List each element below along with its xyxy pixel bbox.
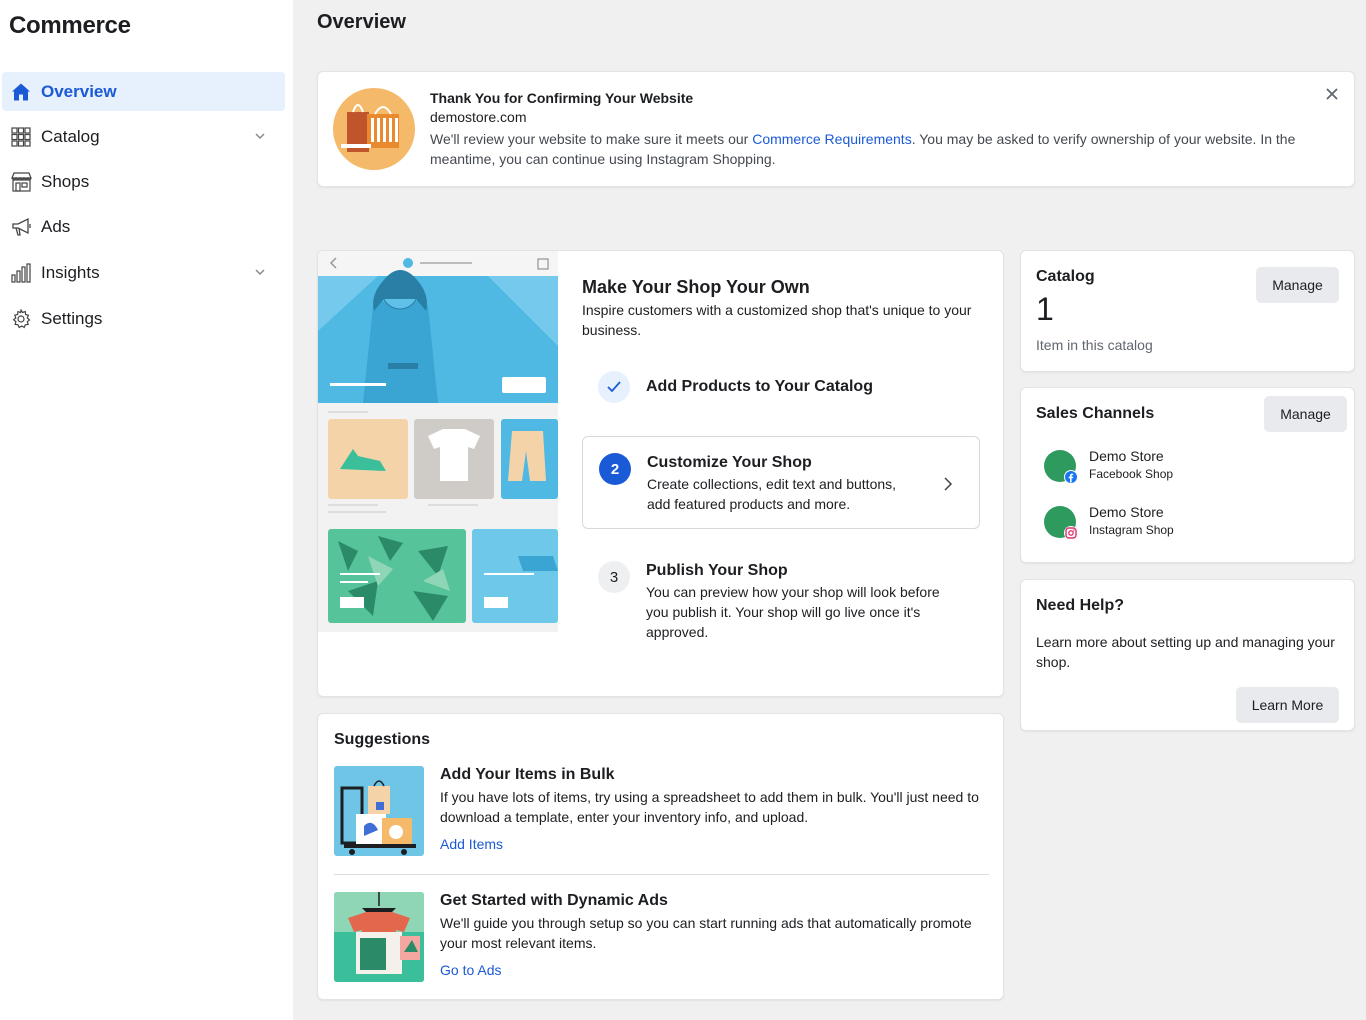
- avatar: [1044, 506, 1078, 540]
- add-items-link[interactable]: Add Items: [440, 836, 503, 852]
- instagram-icon: [1064, 526, 1078, 540]
- channel-name: Demo Store: [1089, 504, 1164, 520]
- chevron-down-icon[interactable]: [253, 265, 267, 279]
- sidebar-item-settings[interactable]: Settings: [2, 299, 285, 338]
- suggestion-title: Add Your Items in Bulk: [440, 766, 615, 783]
- catalog-manage-button[interactable]: Manage: [1256, 267, 1339, 303]
- app-title: Commerce: [9, 12, 131, 39]
- gear-icon: [10, 308, 32, 330]
- suggestions-card: Suggestions Add Your Items in Bulk If yo…: [317, 713, 1004, 1000]
- step-description: You can preview how your shop will look …: [646, 584, 940, 640]
- step-number-badge: 2: [599, 453, 631, 485]
- chevron-right-icon: [944, 477, 953, 491]
- sidebar-item-label: Ads: [41, 216, 71, 236]
- banner-title: Thank You for Confirming Your Website: [430, 90, 694, 106]
- help-title: Need Help?: [1036, 597, 1125, 614]
- catalog-item-count: 1: [1036, 291, 1054, 327]
- setup-step-add-products[interactable]: Add Products to Your Catalog: [582, 367, 980, 407]
- sidebar-item-catalog[interactable]: Catalog: [2, 117, 285, 156]
- divider: [334, 874, 989, 875]
- channel-type: Instagram Shop: [1089, 523, 1174, 537]
- shopping-bag-illustration: [333, 88, 415, 170]
- channel-name: Demo Store: [1089, 448, 1164, 464]
- channel-instagram-shop[interactable]: Demo Store Instagram Shop: [1044, 504, 1304, 540]
- shop-setup-heading: Make Your Shop Your Own: [582, 277, 810, 297]
- setup-step-customize-shop[interactable]: 2 Customize Your Shop Create collections…: [582, 436, 980, 529]
- suggestion-title: Get Started with Dynamic Ads: [440, 892, 668, 909]
- go-to-ads-link[interactable]: Go to Ads: [440, 962, 501, 978]
- bar-chart-icon: [10, 262, 32, 284]
- step-number-badge: 3: [598, 561, 630, 593]
- setup-step-publish-shop[interactable]: 3 Publish Your Shop You can preview how …: [582, 561, 980, 641]
- banner-domain: demostore.com: [430, 109, 527, 125]
- sidebar-item-insights[interactable]: Insights: [2, 253, 285, 292]
- close-icon[interactable]: [1324, 86, 1340, 102]
- chevron-down-icon[interactable]: [253, 129, 267, 143]
- help-text: Learn more about setting up and managing…: [1036, 634, 1335, 670]
- storefront-icon: [10, 171, 32, 193]
- sales-channels-card: Sales Channels Manage Demo Store Faceboo…: [1020, 387, 1355, 563]
- sidebar-item-ads[interactable]: Ads: [2, 207, 285, 246]
- sidebar-item-overview[interactable]: Overview: [2, 72, 285, 111]
- catalog-count-label: Item in this catalog: [1036, 337, 1153, 353]
- avatar: [1044, 450, 1078, 484]
- sidebar-item-label: Insights: [41, 262, 100, 282]
- need-help-card: Need Help? Learn more about setting up a…: [1020, 579, 1355, 731]
- suggestion-dynamic-ads: Get Started with Dynamic Ads We'll guide…: [334, 892, 990, 984]
- channel-type: Facebook Shop: [1089, 467, 1174, 481]
- step-description: Create collections, edit text and button…: [647, 476, 897, 512]
- banner-body: We'll review your website to make sure i…: [430, 129, 1320, 169]
- sidebar-item-label: Catalog: [41, 126, 100, 146]
- home-icon: [10, 81, 32, 103]
- shop-setup-subheading: Inspire customers with a customized shop…: [582, 302, 972, 338]
- learn-more-button[interactable]: Learn More: [1236, 687, 1339, 723]
- banner-body-text: We'll review your website to make sure i…: [430, 131, 753, 147]
- facebook-icon: [1064, 470, 1078, 484]
- sidebar: Commerce Overview Catalog Shops Ads Insi…: [0, 0, 293, 1020]
- megaphone-icon: [10, 216, 32, 238]
- catalog-card: Catalog Manage 1 Item in this catalog: [1020, 250, 1355, 372]
- suggestion-bulk-items: Add Your Items in Bulk If you have lots …: [334, 766, 990, 858]
- bulk-upload-illustration: [334, 766, 424, 856]
- sales-channels-title: Sales Channels: [1036, 405, 1155, 422]
- step-title: Add Products to Your Catalog: [646, 378, 873, 395]
- website-confirmation-banner: Thank You for Confirming Your Website de…: [317, 71, 1355, 187]
- sidebar-item-label: Overview: [41, 81, 117, 101]
- suggestion-description: We'll guide you through setup so you can…: [440, 915, 972, 951]
- shop-preview-illustration: [318, 251, 558, 632]
- shop-setup-card: Make Your Shop Your Own Inspire customer…: [317, 250, 1004, 697]
- dynamic-ads-illustration: [334, 892, 424, 982]
- sidebar-item-label: Shops: [41, 171, 90, 191]
- sidebar-item-shops[interactable]: Shops: [2, 162, 285, 201]
- suggestion-description: If you have lots of items, try using a s…: [440, 789, 979, 825]
- channel-facebook-shop[interactable]: Demo Store Facebook Shop: [1044, 448, 1304, 484]
- sidebar-item-label: Settings: [41, 308, 103, 328]
- grid-icon: [10, 126, 32, 148]
- step-title: Customize Your Shop: [647, 454, 812, 471]
- page-title: Overview: [317, 11, 406, 33]
- suggestions-heading: Suggestions: [334, 731, 431, 748]
- commerce-requirements-link[interactable]: Commerce Requirements: [752, 131, 912, 147]
- sales-channels-manage-button[interactable]: Manage: [1264, 396, 1347, 432]
- checkmark-icon: [598, 371, 630, 403]
- catalog-title: Catalog: [1036, 268, 1095, 285]
- step-title: Publish Your Shop: [646, 562, 788, 579]
